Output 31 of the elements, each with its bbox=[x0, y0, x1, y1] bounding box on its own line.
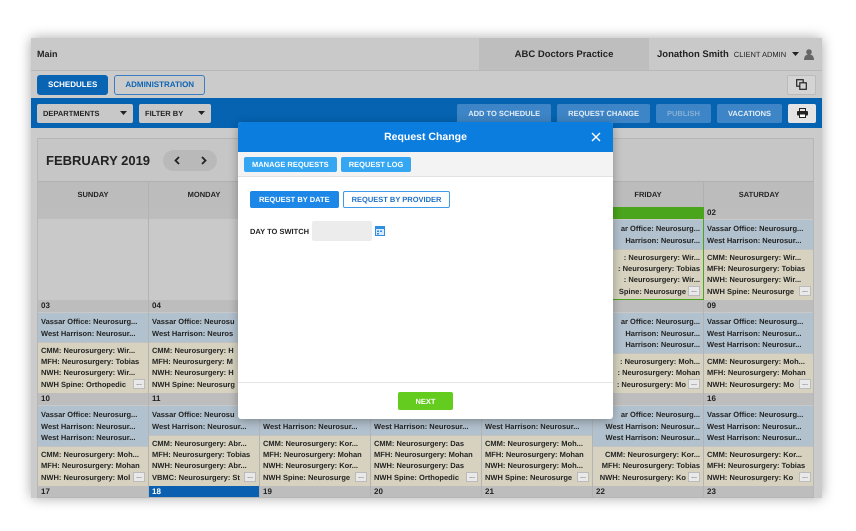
chevron-right-icon[interactable] bbox=[200, 156, 207, 164]
date-header[interactable]: 16 bbox=[704, 393, 813, 405]
print-button[interactable] bbox=[788, 104, 816, 122]
date-header[interactable]: 17 bbox=[38, 486, 148, 497]
chevron-left-icon[interactable] bbox=[174, 156, 180, 164]
copy-icon bbox=[796, 79, 807, 90]
date-header[interactable]: 02 bbox=[704, 207, 813, 219]
date-header[interactable]: 03 bbox=[38, 300, 148, 312]
calendar-icon[interactable] bbox=[375, 226, 385, 236]
tab[interactable]: ADMINISTRATION bbox=[114, 74, 206, 94]
modal-title: Request Change bbox=[384, 131, 467, 143]
date-header[interactable]: 09 bbox=[704, 300, 813, 312]
date-header[interactable]: 23 bbox=[704, 486, 813, 497]
tab[interactable]: SCHEDULES bbox=[37, 74, 108, 94]
copy-button[interactable] bbox=[787, 74, 816, 94]
date-header[interactable]: 22 bbox=[593, 486, 703, 497]
print-icon bbox=[796, 108, 808, 118]
caret-icon[interactable] bbox=[792, 52, 799, 56]
date-header[interactable]: 21 bbox=[482, 486, 592, 497]
caret-icon bbox=[198, 111, 205, 115]
date-header[interactable]: 10 bbox=[38, 393, 148, 405]
date-header[interactable]: 18 bbox=[149, 486, 259, 497]
page-title: Main bbox=[37, 49, 58, 59]
close-icon[interactable] bbox=[591, 132, 601, 142]
user-name: Jonathon Smith bbox=[657, 48, 729, 60]
date-header[interactable]: 20 bbox=[371, 486, 481, 497]
date-header[interactable]: 19 bbox=[260, 486, 370, 497]
month-title: FEBRUARY 2019 bbox=[46, 152, 150, 168]
user-icon[interactable] bbox=[804, 48, 814, 60]
practice-name: ABC Doctors Practice bbox=[514, 48, 614, 60]
caret-icon bbox=[120, 111, 127, 115]
